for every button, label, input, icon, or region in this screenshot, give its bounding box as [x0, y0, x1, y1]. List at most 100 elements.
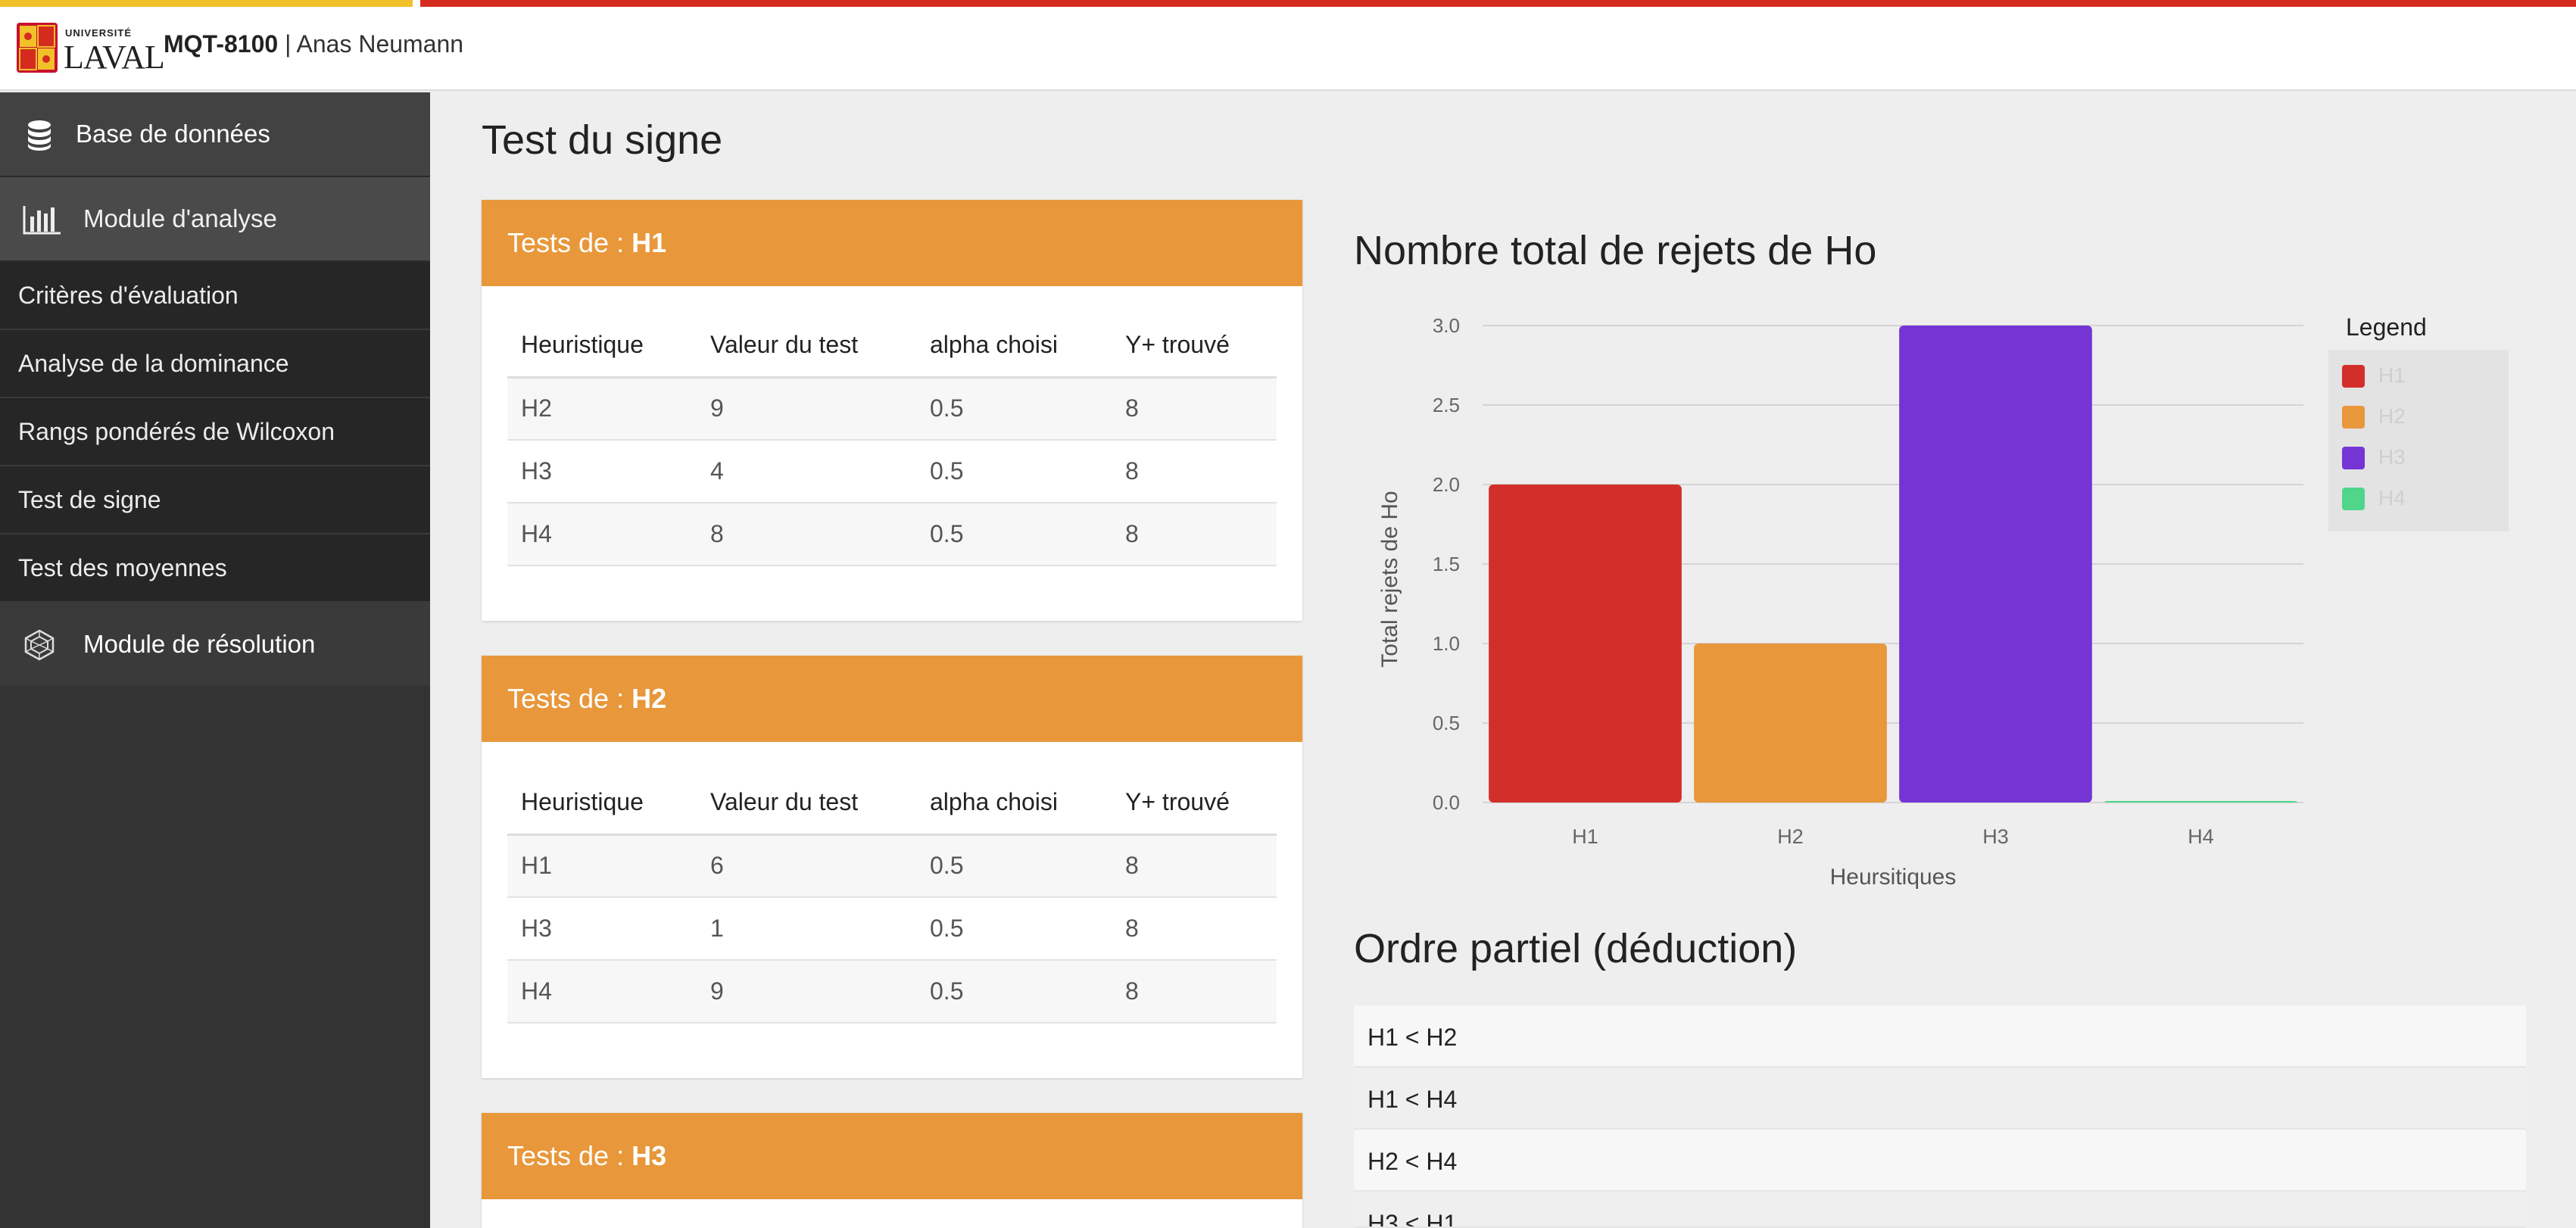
order-left: H1	[1368, 1086, 1399, 1113]
sidebar-item-label: Module de résolution	[83, 630, 316, 658]
course-code: MQT-8100	[164, 30, 279, 58]
logo-small-text: UNIVERSITÉ	[65, 27, 133, 39]
table-cell: 0.5	[916, 440, 1112, 503]
x-axis-title: Heursitiques	[1830, 865, 1957, 890]
legend-item-h1[interactable]: H1	[2342, 360, 2493, 391]
table-cell: 8	[1112, 377, 1277, 441]
y-tick-label: 1.0	[1433, 632, 1460, 655]
sidebar-item-label: Base de données	[76, 120, 270, 148]
order-operator: <	[1405, 1086, 1420, 1113]
x-tick-label: H2	[1777, 825, 1804, 848]
legend-item-h2[interactable]: H2	[2342, 401, 2493, 432]
app-title: MQT-8100 | Anas Neumann	[164, 30, 463, 58]
legend-label: H3	[2378, 445, 2406, 469]
bar-h4	[2104, 801, 2297, 803]
legend-swatch	[2342, 488, 2365, 510]
table-row: H4 9 0.5 8	[507, 960, 1277, 1024]
card-header-prefix: Tests de :	[507, 227, 632, 258]
table-cell: 0.5	[916, 834, 1112, 898]
sidebar-item-means-test[interactable]: Test des moyennes	[0, 535, 430, 603]
order-title: Ordre partiel (déduction)	[1354, 926, 1798, 971]
table-cell: 1	[697, 897, 916, 961]
card-header: Tests de : H3	[482, 1113, 1302, 1199]
column-header: Heuristique	[507, 771, 697, 836]
table-cell: 4	[697, 440, 916, 503]
top-header: UNIVERSITÉ LAVAL MQT-8100 | Anas Neumann	[0, 0, 2576, 91]
table-cell: 8	[1112, 960, 1277, 1024]
list-item: H2 < H4	[1354, 1130, 2526, 1192]
database-icon	[28, 120, 51, 151]
order-operator: <	[1405, 1210, 1420, 1228]
table-cell: 8	[697, 503, 916, 566]
column-header: alpha choisi	[916, 313, 1112, 379]
y-tick-label: 1.5	[1433, 553, 1460, 575]
sidebar-subitem-label: Critères d'évaluation	[18, 282, 239, 309]
legend-item-h4[interactable]: H4	[2342, 483, 2493, 513]
sidebar-item-resolution[interactable]: Module de résolution	[0, 603, 430, 687]
table-cell: 8	[1112, 897, 1277, 961]
sidebar-item-label: Module d'analyse	[83, 204, 277, 232]
table-cell: 0.5	[916, 897, 1112, 961]
card-header-prefix: Tests de :	[507, 1140, 632, 1171]
sidebar-item-criteria[interactable]: Critères d'évaluation	[0, 262, 430, 330]
legend-label: H1	[2378, 363, 2406, 387]
title-separator: |	[278, 30, 297, 58]
results-table: Heuristique Valeur du test alpha choisi …	[507, 771, 1277, 1024]
sidebar-item-database[interactable]: Base de données	[0, 92, 430, 177]
y-tick-label: 2.5	[1433, 394, 1460, 416]
table-cell: 9	[697, 960, 916, 1024]
top-stripe-yellow	[0, 0, 413, 7]
order-right: H4	[1426, 1148, 1458, 1175]
crest-icon	[17, 23, 58, 73]
order-right: H2	[1426, 1024, 1458, 1051]
card-header-heuristic: H2	[632, 683, 667, 714]
order-right: H1	[1426, 1210, 1458, 1228]
bar-chart: 0.0 0.5 1.0 1.5 2.0 2.5 3.0 H1 H2 H3 H4 Heursitique…	[1377, 314, 2303, 890]
order-left: H1	[1368, 1024, 1399, 1051]
y-tick-label: 0.5	[1433, 712, 1460, 734]
table-header-row: Heuristique Valeur du test alpha choisi …	[507, 313, 1277, 379]
sidebar-item-dominance[interactable]: Analyse de la dominance	[0, 330, 430, 398]
results-table: Heuristique Valeur du test alpha choisi …	[507, 313, 1277, 566]
sidebar-subitem-label: Rangs pondérés de Wilcoxon	[18, 418, 335, 445]
table-cell: H4	[507, 503, 697, 566]
card-header: Tests de : H1	[482, 200, 1302, 286]
legend-swatch	[2342, 447, 2365, 469]
column-header: Valeur du test	[697, 771, 916, 836]
sidebar-item-analysis[interactable]: Module d'analyse	[0, 177, 430, 262]
sidebar-item-sign-test[interactable]: Test de signe	[0, 466, 430, 535]
chart-title: Nombre total de rejets de Ho	[1354, 228, 1877, 273]
y-tick-label: 3.0	[1433, 314, 1460, 337]
table-cell: 0.5	[916, 377, 1112, 441]
y-tick-label: 2.0	[1433, 473, 1460, 496]
sidebar-subitem-label: Test de signe	[18, 486, 161, 513]
university-logo[interactable]: UNIVERSITÉ LAVAL	[17, 23, 165, 76]
legend-label: H2	[2378, 404, 2406, 428]
table-cell: 8	[1112, 834, 1277, 898]
y-tick-label: 0.0	[1433, 791, 1460, 814]
column-header: alpha choisi	[916, 771, 1112, 836]
bar-chart-icon	[23, 206, 61, 235]
test-card-h1: Tests de : H1 Heuristique Valeur du test…	[482, 200, 1302, 621]
list-item: H1 < H2	[1354, 1005, 2526, 1067]
table-cell: 8	[1112, 503, 1277, 566]
column-header: Heuristique	[507, 313, 697, 379]
sidebar-item-wilcoxon[interactable]: Rangs pondérés de Wilcoxon	[0, 398, 430, 466]
table-cell: H4	[507, 960, 697, 1024]
bar-h1	[1489, 485, 1682, 803]
x-tick-label: H4	[2188, 825, 2214, 848]
table-cell: H1	[507, 834, 697, 898]
legend-title: Legend	[2346, 313, 2427, 341]
logo-big-text: LAVAL	[64, 39, 165, 76]
order-left: H2	[1368, 1148, 1399, 1175]
table-cell: 9	[697, 377, 916, 441]
table-header-row: Heuristique Valeur du test alpha choisi …	[507, 771, 1277, 836]
y-axis-title: Total rejets de Ho	[1377, 491, 1402, 667]
card-header-heuristic: H1	[632, 227, 667, 258]
legend-item-h3[interactable]: H3	[2342, 442, 2493, 472]
sidebar-subitem-label: Test des moyennes	[18, 554, 227, 581]
table-row: H2 9 0.5 8	[507, 377, 1277, 441]
user-name: Anas Neumann	[296, 30, 464, 58]
table-cell: 6	[697, 834, 916, 898]
sidebar-filler	[0, 686, 430, 1228]
